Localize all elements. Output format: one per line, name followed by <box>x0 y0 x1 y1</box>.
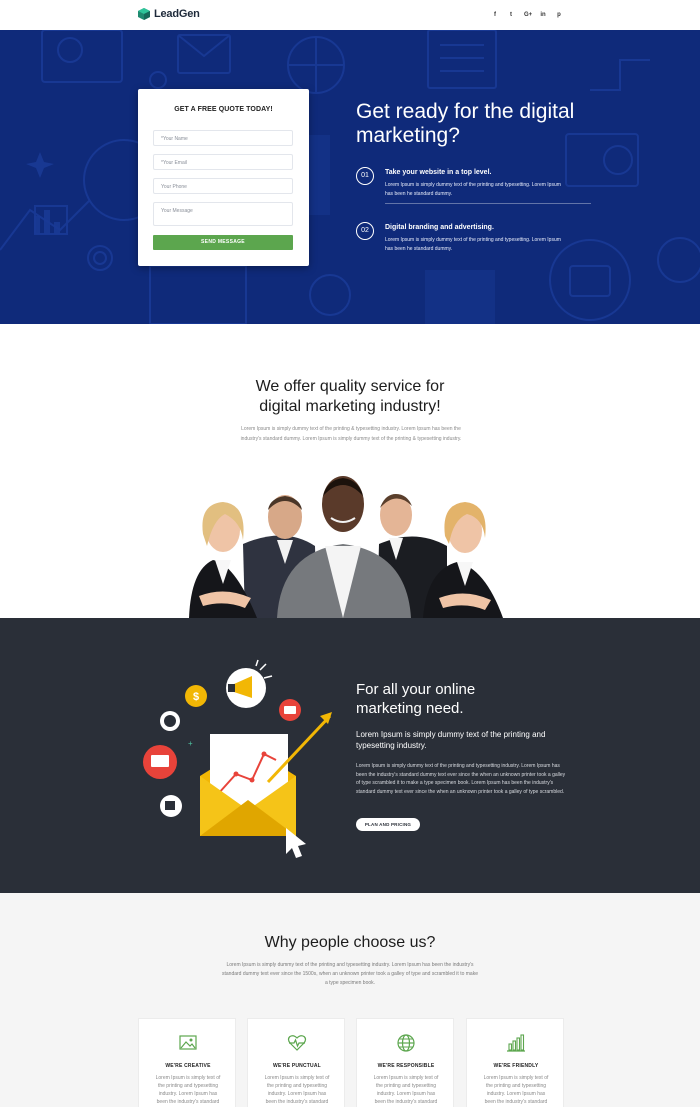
logo-cube-icon <box>138 8 150 20</box>
service-section: We offer quality service for digital mar… <box>0 324 700 618</box>
card-desc: Lorem Ipsum is simply text of the printi… <box>373 1075 439 1105</box>
quote-form-title: GET A FREE QUOTE TODAY! <box>174 106 273 113</box>
why-desc: Lorem Ipsum is simply dummy text of the … <box>222 962 478 986</box>
card-responsible: WE'RE RESPONSIBLE Lorem Ipsum is simply … <box>356 1018 454 1107</box>
marketing-title-line-2: marketing need. <box>356 700 464 717</box>
service-desc: Lorem Ipsum is simply dummy text of the … <box>240 426 462 442</box>
card-desc: Lorem Ipsum is simply text of the printi… <box>155 1075 221 1105</box>
feature-number: 01 <box>356 167 374 185</box>
card-friendly: WE'RE FRIENDLY Lorem Ipsum is simply tex… <box>466 1018 564 1107</box>
feature-divider <box>385 203 591 204</box>
card-title: WE'RE RESPONSIBLE <box>377 1063 435 1069</box>
feature-desc: Lorem Ipsum is simply dummy text of the … <box>385 237 561 252</box>
feature-title: Take your website in a top level. <box>385 169 492 176</box>
pinterest-icon[interactable]: p <box>556 10 562 20</box>
linkedin-icon[interactable]: in <box>540 10 546 20</box>
hero-title: Get ready for the digital marketing? <box>356 100 575 147</box>
service-title: We offer quality service for digital mar… <box>0 377 700 417</box>
card-title: WE'RE CREATIVE <box>165 1063 211 1069</box>
feature-desc: Lorem Ipsum is simply dummy text of the … <box>385 182 561 197</box>
feature-number: 02 <box>356 222 374 240</box>
marketing-subtitle: Lorem Ipsum is simply dummy text of the … <box>356 730 546 750</box>
service-title-line-1: We offer quality service for <box>255 378 445 395</box>
phone-input[interactable]: Your Phone <box>153 178 293 194</box>
why-section: Why people choose us? Lorem Ipsum is sim… <box>0 893 700 1107</box>
feature-title: Digital branding and advertising. <box>385 224 494 231</box>
service-title-line-2: digital marketing industry! <box>259 398 441 415</box>
logo-text: LeadGen <box>154 8 200 20</box>
social-links: f t G+ in p <box>492 10 562 20</box>
card-punctual: WE'RE PUNCTUAL Lorem Ipsum is simply tex… <box>247 1018 345 1107</box>
team-photo <box>189 476 503 618</box>
marketing-title-line-1: For all your online <box>356 681 476 698</box>
svg-text:$: $ <box>193 691 199 703</box>
marketing-desc: Lorem Ipsum is simply dummy text of the … <box>356 763 566 795</box>
logo[interactable]: LeadGen <box>137 7 200 21</box>
hero-section: GET A FREE QUOTE TODAY! *Your Name *Your… <box>0 30 700 324</box>
card-title: WE'RE FRIENDLY <box>493 1063 539 1069</box>
card-title: WE'RE PUNCTUAL <box>273 1063 321 1069</box>
feature-cards: WE'RE CREATIVE Lorem Ipsum is simply tex… <box>138 1018 565 1107</box>
bar-chart-icon <box>507 1034 525 1052</box>
picture-icon <box>179 1035 197 1050</box>
email-input[interactable]: *Your Email <box>153 154 293 170</box>
quote-form-card: GET A FREE QUOTE TODAY! *Your Name *Your… <box>138 89 309 266</box>
why-title: Why people choose us? <box>264 934 436 951</box>
name-input[interactable]: *Your Name <box>153 130 293 146</box>
marketing-title: For all your online marketing need. <box>356 680 576 718</box>
hero-background-pattern <box>0 30 700 324</box>
message-textarea[interactable]: Your Message <box>153 202 293 226</box>
svg-text:+: + <box>188 739 193 748</box>
plan-and-pricing-button[interactable]: PLAN AND PRICING <box>356 818 420 831</box>
card-desc: Lorem Ipsum is simply text of the printi… <box>483 1075 549 1105</box>
site-header: LeadGen f t G+ in p <box>0 0 700 30</box>
card-creative: WE'RE CREATIVE Lorem Ipsum is simply tex… <box>138 1018 236 1107</box>
email-marketing-illustration: $ + × <box>143 659 332 858</box>
marketing-section: $ + × For all your online marketing need… <box>0 618 700 893</box>
card-desc: Lorem Ipsum is simply text of the printi… <box>264 1075 330 1105</box>
send-message-button[interactable]: SEND MESSAGE <box>153 235 293 250</box>
google-plus-icon[interactable]: G+ <box>524 10 532 20</box>
facebook-icon[interactable]: f <box>492 10 498 20</box>
heartbeat-icon <box>287 1035 307 1051</box>
twitter-icon[interactable]: t <box>508 10 514 20</box>
globe-icon <box>397 1034 415 1052</box>
